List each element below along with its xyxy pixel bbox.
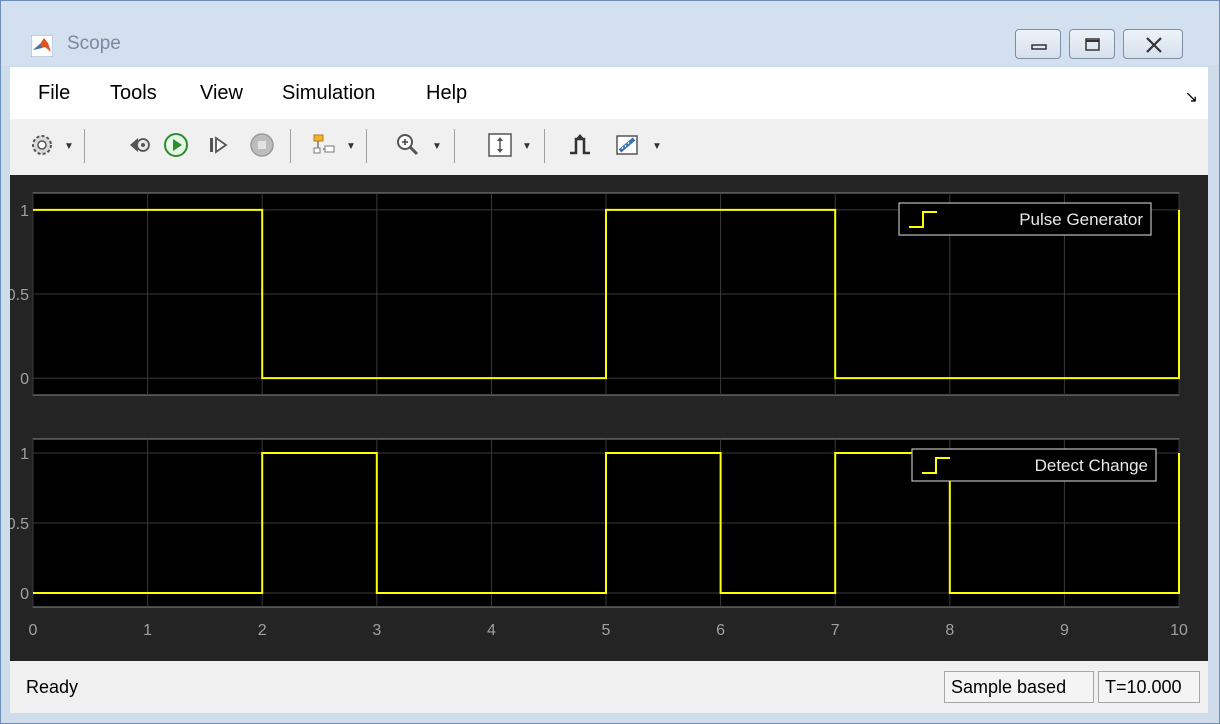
- status-ready-text: Ready: [26, 677, 79, 697]
- window-title: Scope: [67, 33, 121, 54]
- minimize-icon: [1031, 44, 1047, 50]
- x-tick-label: 10: [1170, 622, 1188, 639]
- y-tick-label: 1: [20, 203, 29, 220]
- measurements-icon[interactable]: [614, 131, 642, 159]
- scope-client-area: File Tools View Simulation Help ↘ ▼ ▼ ▼ …: [10, 67, 1208, 713]
- dock-arrow-icon[interactable]: ↘: [1185, 87, 1198, 107]
- x-tick-label: 0: [29, 622, 38, 639]
- scope-display: 0 0.5 1 Pulse Generator 0 0.5 1 0 1 2 3 4 5 6 7 8 9 10 De…: [10, 175, 1208, 661]
- maximize-icon: [1085, 38, 1100, 51]
- scope-plots[interactable]: 00.51 Pulse Generator 00.510 1 2 3 4 5 6 7 8 9 10De…: [10, 175, 1208, 661]
- zoom-in-icon[interactable]: [394, 131, 422, 159]
- x-tick-label: 9: [1060, 622, 1069, 639]
- run-icon[interactable]: [162, 131, 190, 159]
- y-tick-label: 0: [20, 586, 29, 603]
- matlab-logo-icon: [31, 35, 53, 57]
- signal-highlight-icon[interactable]: [310, 131, 338, 159]
- menu-simulation[interactable]: Simulation: [282, 82, 375, 105]
- status-bar: Ready Sample based T=10.000: [10, 663, 1208, 707]
- x-tick-label: 8: [945, 622, 954, 639]
- status-sample-mode: Sample based: [944, 671, 1094, 703]
- settings-icon[interactable]: [28, 131, 56, 159]
- toolbar-separator: [366, 129, 367, 163]
- pulse-generator-axes[interactable]: 0 0.5 1 Pulse Generator: [10, 192, 1180, 396]
- menu-bar: File Tools View Simulation Help ↘: [10, 67, 1208, 119]
- menu-view[interactable]: View: [200, 82, 243, 105]
- minimize-button[interactable]: [1015, 29, 1061, 59]
- y-tick-label: 0.5: [10, 516, 29, 533]
- x-tick-label: 2: [258, 622, 267, 639]
- settings-dropdown-icon[interactable]: ▼: [64, 141, 74, 152]
- title-bar[interactable]: Scope: [1, 1, 1219, 65]
- y-tick-label: 0: [20, 371, 29, 388]
- stop-icon[interactable]: [248, 131, 276, 159]
- y-tick-label: 0.5: [10, 287, 29, 304]
- step-forward-icon[interactable]: [204, 131, 232, 159]
- toolbar-separator: [290, 129, 291, 163]
- toolbar-separator: [454, 129, 455, 163]
- close-button[interactable]: [1123, 29, 1183, 59]
- y-tick-label: 1: [20, 446, 29, 463]
- scope-window: Scope File Tools View Simulation Help ↘ …: [0, 0, 1220, 724]
- menu-help[interactable]: Help: [426, 82, 467, 105]
- x-tick-label: 1: [143, 622, 152, 639]
- x-tick-label: 7: [831, 622, 840, 639]
- autoscale-dropdown-icon[interactable]: ▼: [522, 141, 532, 152]
- x-tick-label: 6: [716, 622, 725, 639]
- zoom-dropdown-icon[interactable]: ▼: [432, 141, 442, 152]
- legend-label: Pulse Generator: [1019, 210, 1143, 229]
- close-icon: [1146, 37, 1162, 53]
- legend-label: Detect Change: [1035, 456, 1148, 475]
- maximize-button[interactable]: [1069, 29, 1115, 59]
- autoscale-icon[interactable]: [486, 131, 514, 159]
- triggers-icon[interactable]: [566, 131, 594, 159]
- signal-highlight-dropdown-icon[interactable]: ▼: [346, 141, 356, 152]
- menu-file[interactable]: File: [38, 82, 70, 105]
- menu-tools[interactable]: Tools: [110, 82, 157, 105]
- measurements-dropdown-icon[interactable]: ▼: [652, 141, 662, 152]
- x-tick-label: 5: [602, 622, 611, 639]
- toolbar-separator: [544, 129, 545, 163]
- toolbar-separator: [84, 129, 85, 163]
- x-tick-label: 3: [372, 622, 381, 639]
- detect-change-axes[interactable]: 00.510 1 2 3 4 5 6 7 8 9 10Detect Change: [10, 438, 1188, 639]
- step-back-icon[interactable]: [124, 131, 152, 159]
- toolbar: ▼ ▼ ▼ ▼ ▼: [10, 119, 1208, 171]
- status-sim-time: T=10.000: [1098, 671, 1200, 703]
- x-tick-label: 4: [487, 622, 496, 639]
